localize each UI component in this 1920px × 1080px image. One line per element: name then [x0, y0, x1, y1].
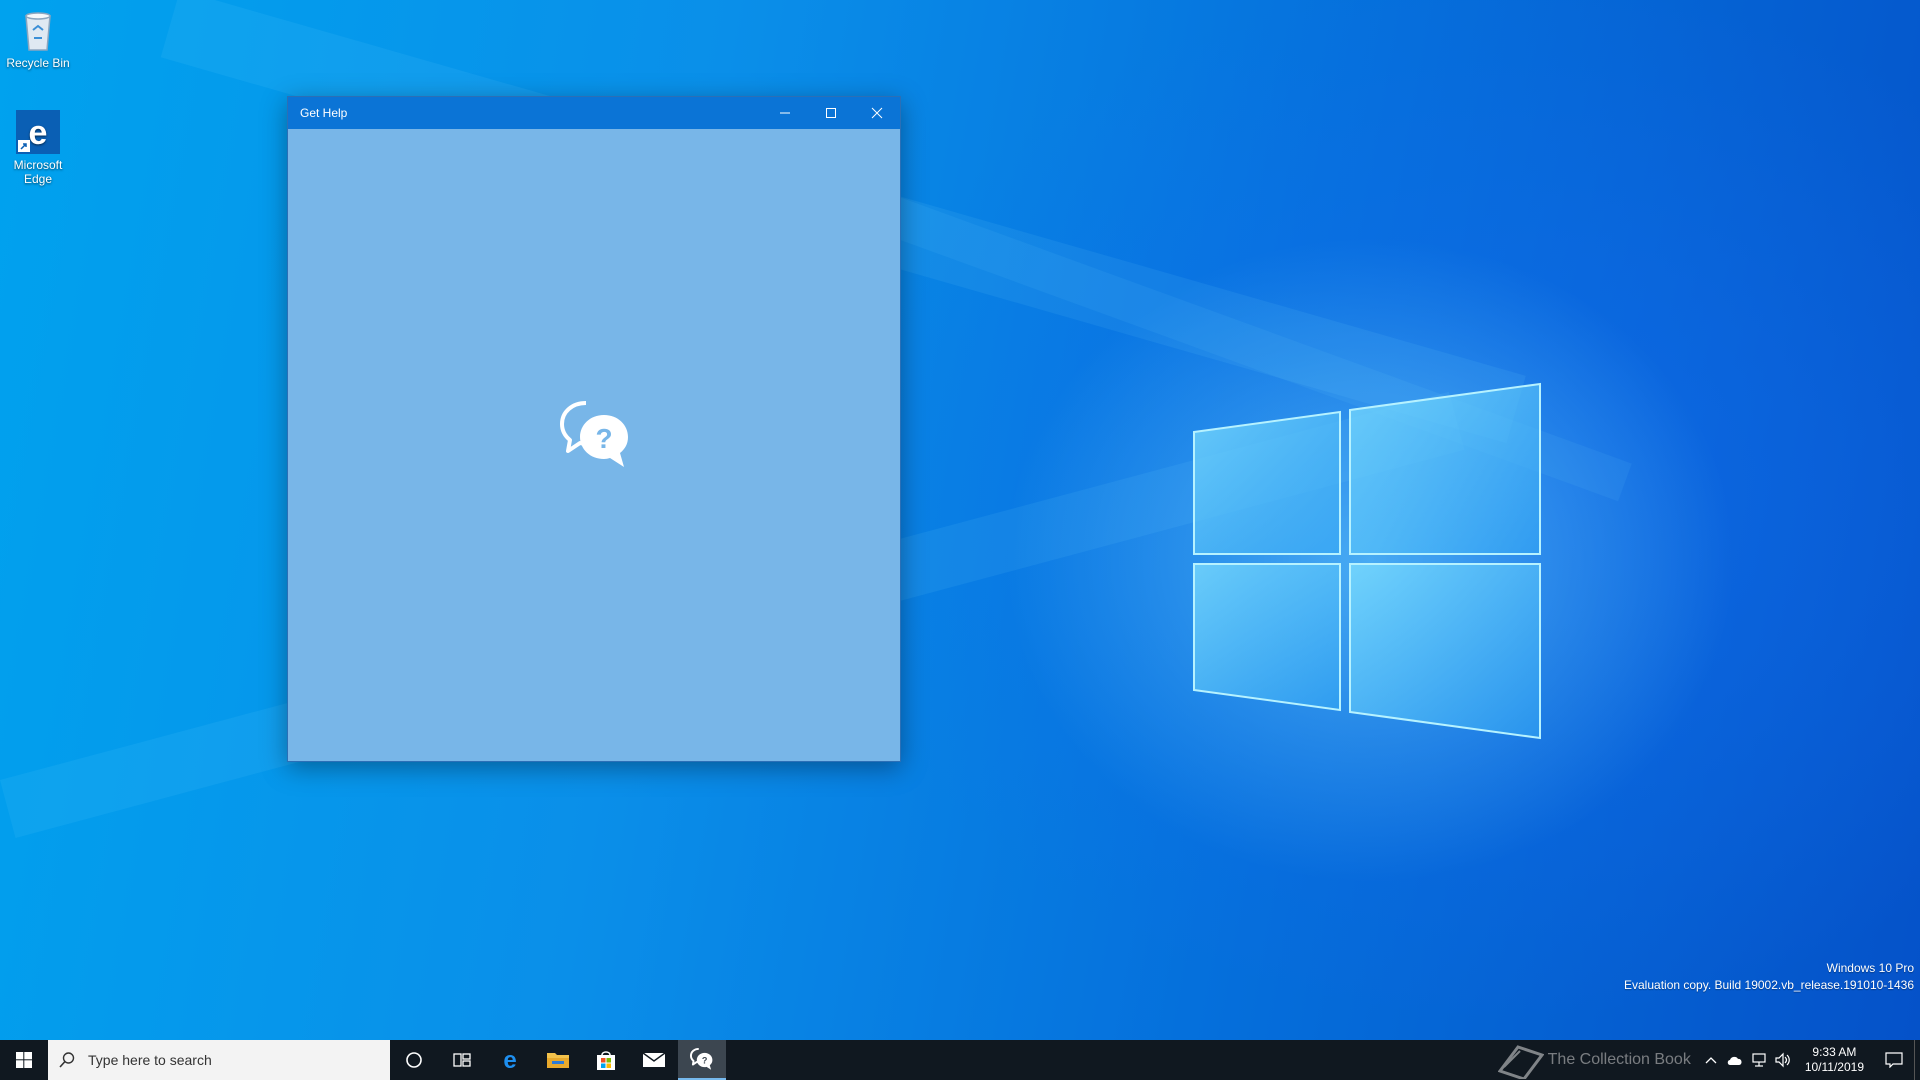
svg-text:e: e [503, 1048, 516, 1072]
clock-date: 10/11/2019 [1804, 1060, 1864, 1074]
window-title: Get Help [300, 106, 348, 120]
close-button[interactable] [854, 97, 900, 129]
tray-volume-button[interactable] [1771, 1040, 1795, 1080]
svg-text:?: ? [702, 1056, 708, 1066]
maximize-icon [826, 108, 836, 118]
taskbar-task-view-button[interactable] [438, 1040, 486, 1080]
tray-network-button[interactable] [1747, 1040, 1771, 1080]
edge-icon: e [14, 108, 62, 156]
window-titlebar[interactable]: Get Help [288, 97, 900, 129]
mail-icon [642, 1052, 666, 1067]
show-desktop-button[interactable] [1914, 1040, 1920, 1080]
watermark-edition: Windows 10 Pro [1826, 961, 1914, 975]
taskbar-get-help-button[interactable]: ? [678, 1040, 726, 1080]
store-bag-icon [597, 1051, 615, 1070]
task-view-icon [453, 1053, 471, 1067]
taskbar: Type here to search e ? The Collection B… [0, 1040, 1920, 1080]
system-tray: The Collection Book 9:33 AM 10/11/2019 [1497, 1040, 1920, 1080]
taskbar-edge-button[interactable]: e [486, 1040, 534, 1080]
book-logo-icon [1497, 1045, 1544, 1079]
clock-time: 9:33 AM [1812, 1045, 1857, 1059]
close-icon [871, 107, 883, 119]
taskbar-search-box[interactable]: Type here to search [48, 1040, 390, 1080]
search-icon [59, 1052, 75, 1068]
svg-text:e: e [29, 114, 48, 152]
desktop: Recycle Bin e Microsoft Edge Get Help ? … [0, 0, 1920, 1040]
windows-watermark: Windows 10 Pro Evaluation copy. Build 19… [1624, 960, 1914, 994]
network-icon [1752, 1053, 1766, 1067]
taskbar-file-explorer-button[interactable] [534, 1040, 582, 1080]
onedrive-icon [1727, 1056, 1742, 1065]
start-button[interactable] [0, 1040, 48, 1080]
get-help-window[interactable]: Get Help ? [287, 96, 901, 762]
notification-icon [1885, 1052, 1903, 1068]
taskbar-mail-button[interactable] [630, 1040, 678, 1080]
minimize-icon [780, 112, 790, 114]
taskbar-store-button[interactable] [582, 1040, 630, 1080]
minimize-button[interactable] [762, 97, 808, 129]
watermark-build: Evaluation copy. Build 19002.vb_release.… [1624, 978, 1914, 992]
overlay-logo: The Collection Book [1497, 1041, 1691, 1079]
desktop-icon-label: Microsoft Edge [13, 158, 63, 186]
get-help-icon: ? [560, 401, 628, 467]
tray-overflow-button[interactable] [1699, 1040, 1723, 1080]
taskbar-cortana-button[interactable] [390, 1040, 438, 1080]
volume-icon [1775, 1052, 1790, 1068]
folder-icon [547, 1053, 569, 1068]
desktop-icon-label: Recycle Bin [6, 56, 70, 70]
desktop-icon-recycle-bin[interactable]: Recycle Bin [0, 6, 76, 70]
edge-icon: e [503, 1048, 516, 1072]
cortana-circle-icon [406, 1052, 422, 1068]
chevron-up-icon [1705, 1057, 1717, 1064]
windows-logo-wallpaper [1193, 382, 1541, 740]
taskbar-clock[interactable]: 9:33 AM 10/11/2019 [1795, 1045, 1874, 1075]
svg-text:?: ? [595, 423, 612, 454]
action-center-button[interactable] [1874, 1040, 1914, 1080]
overlay-logo-text: The Collection Book [1547, 1051, 1691, 1068]
maximize-button[interactable] [808, 97, 854, 129]
get-help-icon: ? [689, 1047, 713, 1070]
desktop-icon-microsoft-edge[interactable]: e Microsoft Edge [0, 108, 76, 186]
tray-onedrive-button[interactable] [1723, 1040, 1747, 1080]
search-placeholder: Type here to search [88, 1052, 212, 1068]
recycle-bin-icon [14, 6, 62, 54]
windows-start-icon [16, 1052, 32, 1068]
